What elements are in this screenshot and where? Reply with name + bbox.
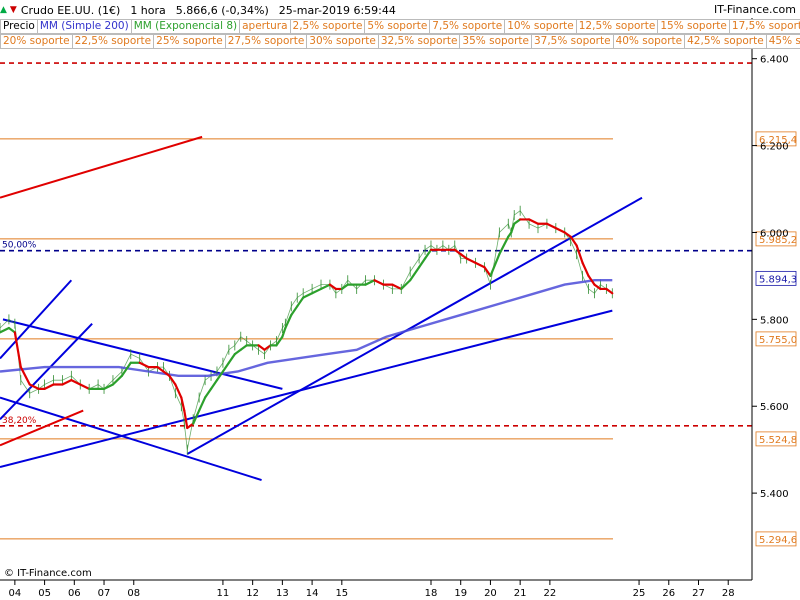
title-row: ▲ ▼ Crudo EE.UU. (1€) 1 hora 5.866,6 (-0… [0, 2, 406, 18]
y-tick-label: 5.600 [760, 402, 789, 413]
x-tick-label: 11 [217, 588, 230, 599]
legend-item[interactable]: apertura [239, 19, 290, 34]
chart-background [0, 0, 800, 600]
fibonacci-level-label: 50,00% [2, 241, 37, 251]
x-tick-label: 12 [246, 588, 259, 599]
price-level-label: 5.524,8 [759, 435, 797, 446]
price-level-label: 5.755,0 [759, 335, 797, 346]
x-tick-label: 06 [68, 588, 81, 599]
legend-item[interactable]: MM (Exponencial 8) [130, 19, 240, 34]
y-tick-label: 6.400 [760, 55, 789, 66]
x-tick-label: 07 [98, 588, 111, 599]
legend-item[interactable]: 42,5% soporte [684, 34, 766, 49]
legend-item[interactable]: 10% soporte [504, 19, 576, 34]
legend-item[interactable]: 5% soporte [364, 19, 430, 34]
legend-item[interactable]: 2,5% soporte [289, 19, 365, 34]
x-tick-label: 27 [692, 588, 705, 599]
legend-item[interactable]: 40% soporte [612, 34, 685, 49]
y-tick-label: 5.800 [760, 315, 789, 326]
legend-item[interactable]: 25% soporte [153, 34, 225, 49]
y-tick-label: 6.000 [760, 228, 789, 239]
copyright-notice: © IT-Finance.com [4, 568, 92, 579]
fibonacci-level-label: 38,20% [2, 416, 37, 426]
legend-item[interactable]: 35% soporte [459, 34, 531, 49]
legend-item[interactable]: 27,5% soporte [224, 34, 307, 49]
x-tick-label: 08 [127, 588, 140, 599]
legend-item[interactable]: 45% s [765, 34, 800, 49]
x-tick-label: 22 [544, 588, 557, 599]
x-tick-label: 28 [722, 588, 735, 599]
x-tick-label: 14 [306, 588, 319, 599]
legend-item[interactable]: MM (Simple 200) [36, 19, 131, 34]
x-tick-label: 13 [276, 588, 289, 599]
chart-header: ▲ ▼ Crudo EE.UU. (1€) 1 hora 5.866,6 (-0… [0, 0, 800, 50]
legend-item[interactable]: 30% soporte [306, 34, 378, 49]
x-tick-label: 19 [454, 588, 467, 599]
legend-item[interactable]: 37,5% soporte [530, 34, 613, 49]
x-tick-label: 15 [335, 588, 348, 599]
x-tick-label: 26 [662, 588, 675, 599]
legend-item[interactable]: 15% soporte [657, 19, 729, 34]
legend-item[interactable]: 22,5% soporte [71, 34, 154, 49]
x-tick-label: 21 [514, 588, 527, 599]
y-tick-label: 5.400 [760, 489, 789, 500]
y-tick-label: 6.200 [760, 142, 789, 153]
brand-label: IT-Finance.com [714, 3, 796, 16]
legend-item[interactable]: 20% soporte [0, 34, 72, 49]
price-level-label: 5.894,3 [759, 274, 797, 285]
last-quote: 5.866,6 (-0,34%) [175, 3, 269, 17]
quote-change-icon: ▲ [0, 5, 7, 15]
legend-row-1: Precio MM (Simple 200) MM (Exponencial 8) a… [0, 19, 800, 34]
timeframe[interactable]: 1 hora [130, 4, 165, 17]
legend-row-2: 20% soporte 22,5% soporte 25% soporte 27,5%… [0, 34, 800, 49]
legend-item[interactable]: 12,5% soporte [575, 19, 658, 34]
x-tick-label: 25 [633, 588, 646, 599]
quote-datetime: 25-mar-2019 6:59:44 [278, 3, 396, 17]
price-chart[interactable]: 6.215,45.985,25.894,35.755,05.524,85.294… [0, 0, 800, 600]
price-level-label: 5.294,6 [759, 535, 797, 546]
x-tick-label: 04 [8, 588, 21, 599]
x-tick-label: 20 [484, 588, 497, 599]
legend-item[interactable]: 17,5% soporte [728, 19, 800, 34]
legend-item[interactable]: 7,5% soporte [429, 19, 505, 34]
x-tick-label: 18 [425, 588, 438, 599]
instrument-name: Crudo EE.UU. (1€) [20, 3, 121, 17]
legend-item[interactable]: Precio [0, 19, 37, 34]
legend-item[interactable]: 32,5% soporte [377, 34, 460, 49]
x-tick-label: 05 [38, 588, 51, 599]
quote-change-down-icon: ▼ [9, 5, 17, 15]
